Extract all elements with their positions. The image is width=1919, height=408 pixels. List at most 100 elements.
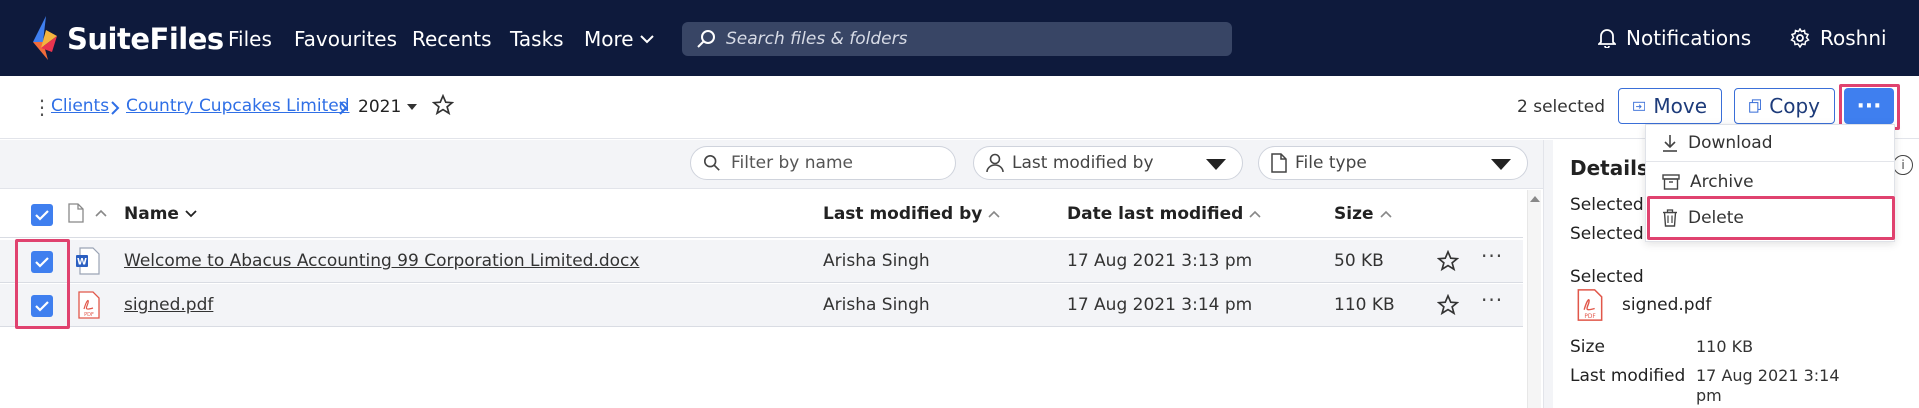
chevron-down-icon (639, 35, 654, 44)
gear-icon (1790, 28, 1810, 48)
sort-up-icon (1249, 210, 1261, 218)
notifications-label: Notifications (1626, 26, 1752, 50)
favourite-star-icon[interactable] (1437, 294, 1459, 316)
details-last-modified-value-cont: pm (1696, 386, 1722, 405)
column-date-last-modified[interactable]: Date last modified (1067, 204, 1261, 224)
menu-item-download[interactable]: Download (1662, 133, 1773, 153)
details-last-modified-label: Last modified (1570, 366, 1686, 386)
file-type-dropdown[interactable]: File type (1258, 146, 1528, 180)
last-modified-by-dropdown[interactable]: Last modified by (973, 146, 1243, 180)
vertical-dots-icon[interactable]: ⋮ (32, 95, 52, 119)
search-input[interactable] (726, 29, 1206, 49)
nav-more[interactable]: More (584, 27, 654, 51)
column-last-modified-by-label: Last modified by (823, 204, 983, 224)
nav-recents[interactable]: Recents (412, 27, 492, 51)
download-icon (1663, 135, 1677, 152)
filter-row: Last modified by File type (0, 140, 1543, 189)
user-name: Roshni (1820, 26, 1887, 50)
file-type-label: File type (1295, 153, 1367, 173)
row-checkbox[interactable] (31, 295, 53, 317)
copy-icon (1749, 99, 1762, 113)
menu-item-delete[interactable]: Delete (1662, 208, 1744, 228)
search-bar[interactable] (682, 22, 1232, 56)
file-type-column-icon[interactable] (68, 203, 84, 223)
breadcrumb-clients[interactable]: Clients (51, 96, 109, 116)
column-name[interactable]: Name (124, 204, 197, 224)
move-button[interactable]: Move (1618, 88, 1722, 124)
details-selected-label: Selected (1570, 195, 1644, 215)
svg-text:W: W (77, 258, 87, 268)
modified-by: Arisha Singh (823, 251, 930, 271)
details-selected-label: Selected (1570, 224, 1644, 244)
copy-label: Copy (1769, 94, 1820, 118)
menu-item-archive[interactable]: Archive (1662, 172, 1754, 192)
sort-down-icon (185, 210, 197, 218)
column-date-label: Date last modified (1067, 204, 1244, 224)
pdf-document-icon: PDF (1577, 289, 1603, 321)
menu-item-archive-label: Archive (1690, 172, 1754, 192)
details-last-modified-value: 17 Aug 2021 3:14 (1696, 366, 1840, 385)
checkmark-icon (35, 209, 49, 221)
modified-by: Arisha Singh (823, 295, 930, 315)
column-last-modified-by[interactable]: Last modified by (823, 204, 1000, 224)
nav-files[interactable]: Files (228, 27, 272, 51)
vertical-scrollbar[interactable] (1527, 190, 1541, 408)
nav-tasks[interactable]: Tasks (510, 27, 564, 51)
details-selected-file: signed.pdf (1622, 295, 1712, 315)
move-icon (1633, 101, 1646, 111)
sort-up-icon (1379, 210, 1392, 218)
svg-text:PDF: PDF (84, 312, 94, 318)
row-more-icon[interactable]: ··· (1481, 244, 1503, 268)
details-size-label: Size (1570, 337, 1605, 357)
column-name-label: Name (124, 204, 179, 224)
select-all-checkbox[interactable] (31, 204, 53, 226)
column-size[interactable]: Size (1334, 204, 1392, 224)
filter-by-name[interactable] (690, 146, 956, 180)
breadcrumb-current[interactable]: 2021 (358, 97, 418, 117)
file-icon (1271, 153, 1287, 173)
details-selected-label: Selected (1570, 267, 1644, 287)
person-icon (986, 153, 1004, 173)
breadcrumb-row: ⋮ Clients Country Cupcakes Limited 2021 … (0, 76, 1919, 139)
pdf-document-icon: PDF (78, 291, 100, 319)
row-checkbox[interactable] (31, 251, 53, 273)
brand-name[interactable]: SuiteFiles (67, 22, 224, 56)
filter-name-input[interactable] (731, 153, 931, 173)
breadcrumb-chevron-icon (339, 101, 348, 115)
column-size-label: Size (1334, 204, 1374, 224)
bell-icon (1598, 29, 1616, 48)
checkmark-icon (35, 256, 49, 268)
file-size: 50 KB (1334, 251, 1384, 271)
more-actions-menu: Download Archive Delete (1645, 124, 1895, 242)
file-name-link[interactable]: signed.pdf (124, 295, 213, 315)
details-title: Details (1570, 156, 1649, 180)
suitefiles-logo-icon[interactable] (30, 16, 60, 60)
notifications-button[interactable]: Notifications (1598, 26, 1751, 50)
date-modified: 17 Aug 2021 3:13 pm (1067, 251, 1253, 271)
user-menu[interactable]: Roshni (1790, 26, 1887, 50)
row-more-icon[interactable]: ··· (1481, 288, 1503, 312)
last-modified-by-label: Last modified by (1012, 153, 1154, 173)
nav-favourites[interactable]: Favourites (294, 27, 397, 51)
favourite-star-icon[interactable] (432, 94, 454, 116)
caret-down-icon (1491, 159, 1511, 170)
breadcrumb-current-label: 2021 (358, 97, 402, 117)
scroll-up-arrow-icon[interactable] (1530, 196, 1540, 202)
svg-text:PDF: PDF (1584, 314, 1596, 320)
favourite-star-icon[interactable] (1437, 250, 1459, 272)
archive-icon (1662, 174, 1680, 190)
file-name-link[interactable]: Welcome to Abacus Accounting 99 Corporat… (124, 251, 639, 271)
info-icon[interactable]: i (1893, 155, 1913, 175)
table-row[interactable]: W Welcome to Abacus Accounting 99 Corpor… (0, 240, 1523, 283)
caret-down-icon (407, 103, 418, 110)
breadcrumb-country-cupcakes[interactable]: Country Cupcakes Limited (126, 96, 350, 116)
sort-up-icon[interactable] (95, 209, 107, 217)
trash-icon (1663, 209, 1677, 227)
selected-count: 2 selected (1517, 97, 1605, 117)
copy-button[interactable]: Copy (1734, 88, 1835, 124)
table-row[interactable]: PDF signed.pdf Arisha Singh 17 Aug 2021 … (0, 284, 1523, 327)
more-actions-button[interactable]: ··· (1844, 88, 1894, 124)
sort-up-icon (988, 210, 1000, 218)
menu-divider (1646, 161, 1894, 162)
checkmark-icon (35, 300, 49, 312)
